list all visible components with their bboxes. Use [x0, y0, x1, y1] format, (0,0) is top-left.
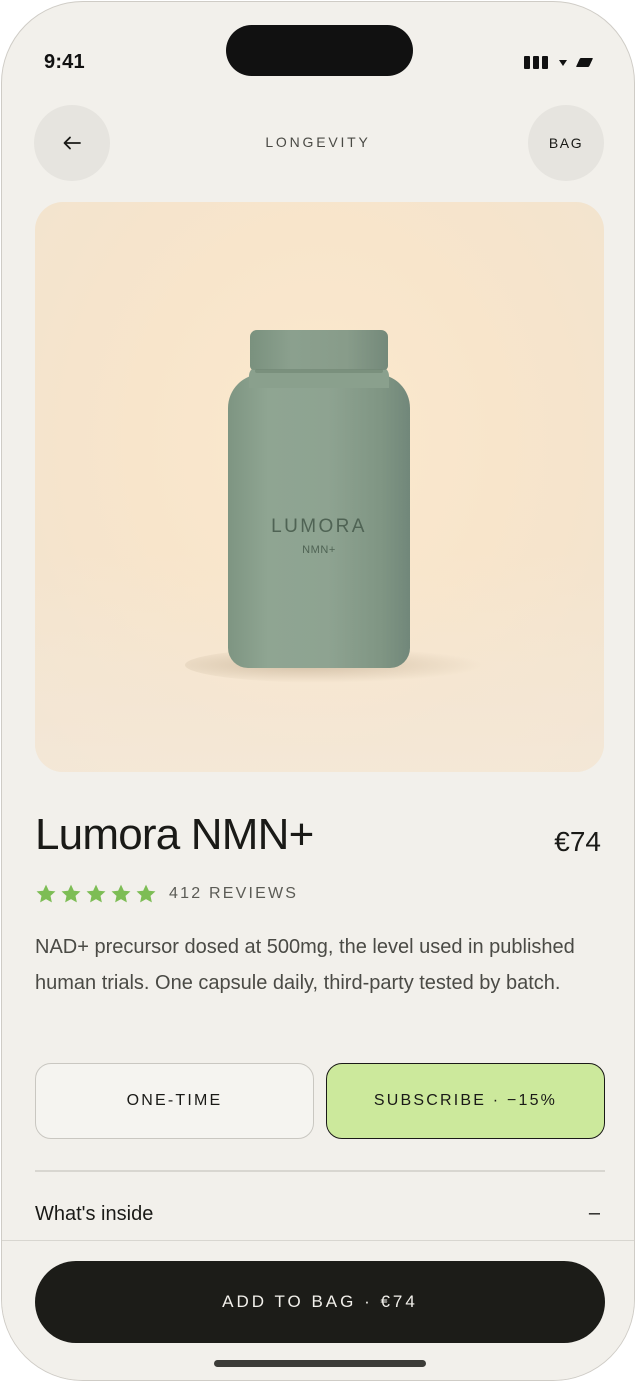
star-icon: [61, 884, 81, 903]
status-time: 9:41: [44, 51, 85, 73]
add-to-bag-button[interactable]: ADD TO BAG · €74: [35, 1261, 605, 1343]
dynamic-island: [226, 25, 413, 76]
product-description: NAD+ precursor dosed at 500mg, the level…: [35, 936, 575, 994]
rating: 412 REVIEWS: [35, 883, 298, 905]
whats-inside-label[interactable]: What's inside: [35, 1203, 153, 1226]
signal-icon: [524, 56, 548, 69]
bottle-cap-line: [255, 369, 383, 373]
wifi-icon: [559, 59, 567, 66]
bottle-brand-label: LUMORA: [271, 516, 367, 537]
phone-screen: 9:41 LONGEVITY BAG LUMORA NMN+ Lumora NM…: [1, 1, 635, 1381]
star-icon: [86, 884, 106, 903]
bag-button[interactable]: BAG: [528, 105, 604, 181]
bottle-sub-label: NMN+: [302, 544, 336, 556]
product-image: LUMORA NMN+: [35, 202, 604, 772]
star-rating: [35, 883, 157, 905]
one-time-option[interactable]: ONE-TIME: [35, 1063, 314, 1139]
star-icon: [136, 884, 156, 903]
reviews-link[interactable]: 412 REVIEWS: [169, 885, 298, 903]
status-icons: [524, 56, 594, 69]
bottle-cap: [250, 330, 388, 370]
product-title: Lumora NMN+: [35, 810, 314, 859]
collapse-toggle-icon[interactable]: –: [589, 1202, 600, 1225]
divider: [35, 1170, 605, 1172]
product-price: €74: [554, 826, 601, 857]
subscribe-option[interactable]: SUBSCRIBE · −15%: [326, 1063, 605, 1139]
star-icon: [36, 884, 56, 903]
star-icon: [111, 884, 131, 903]
home-indicator[interactable]: [214, 1360, 426, 1367]
battery-icon: [575, 58, 594, 67]
